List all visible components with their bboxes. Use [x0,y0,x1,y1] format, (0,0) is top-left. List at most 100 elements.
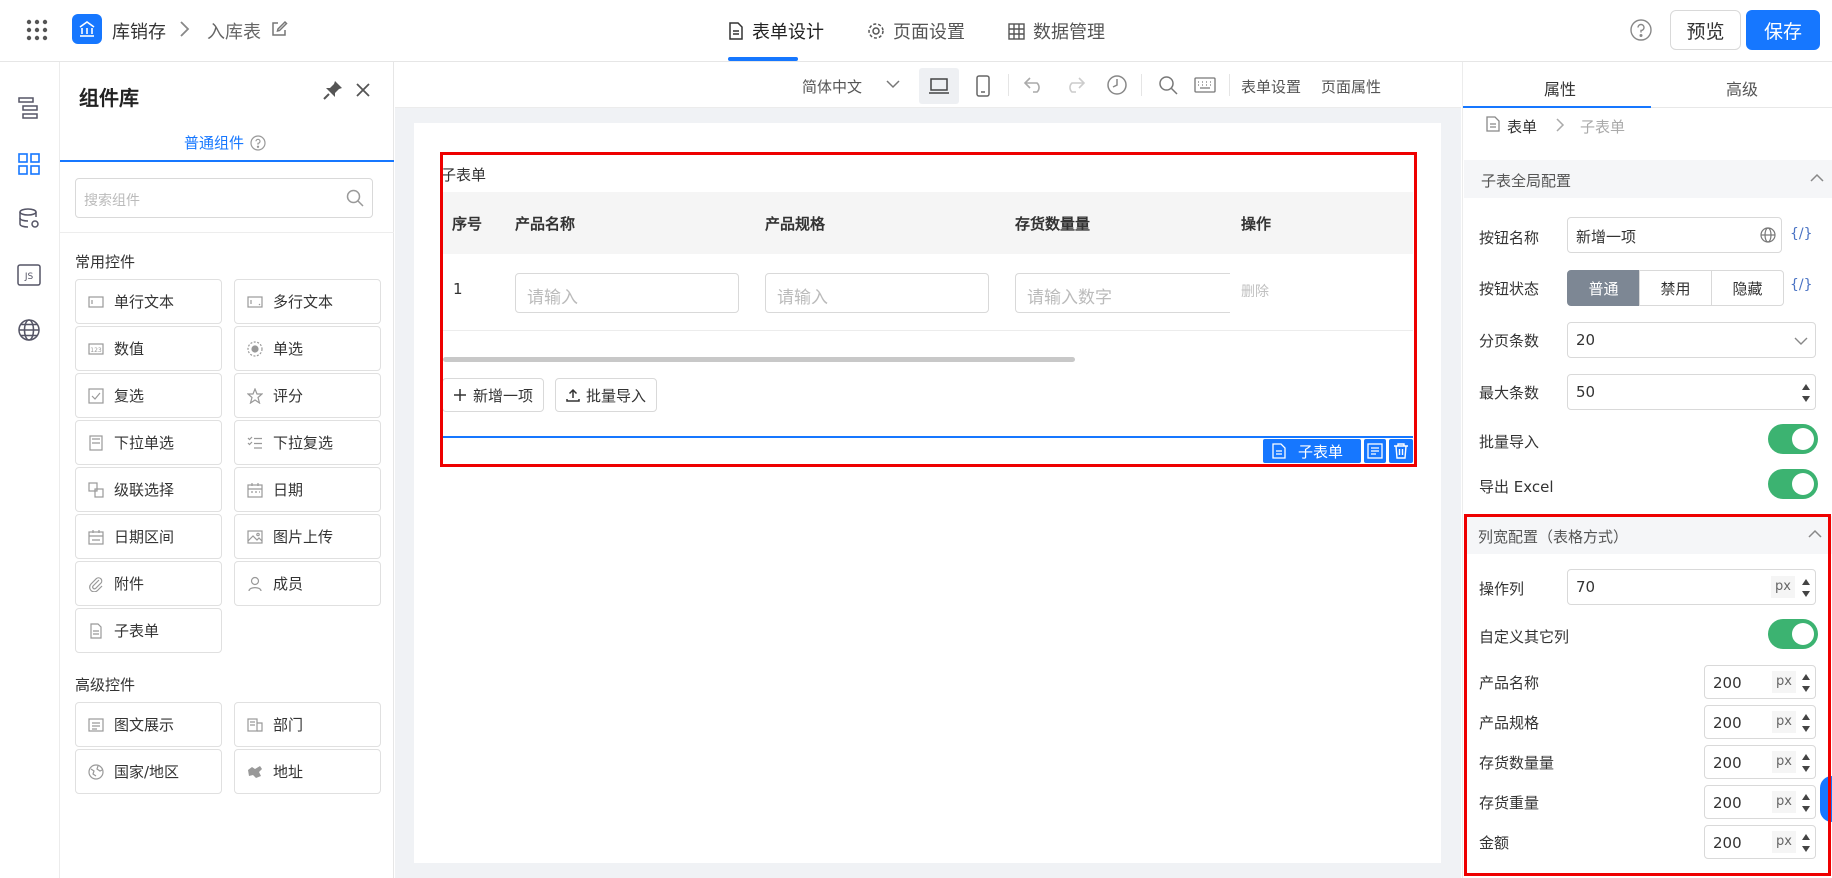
globe-icon[interactable] [1760,227,1776,243]
breadcrumb-root[interactable]: 表单 [1507,116,1537,137]
batch-import-toggle[interactable] [1768,424,1818,454]
global-config-section-header[interactable]: 子表全局配置 [1464,160,1832,198]
outline-icon[interactable] [17,96,41,120]
component-dropdown-multi[interactable]: 下拉复选 [234,420,381,465]
component-single-line-text[interactable]: 单行文本 [75,279,222,324]
component-label: 数值 [114,340,145,358]
state-normal-option[interactable]: 普通 [1567,270,1640,306]
app-grid-icon[interactable] [26,19,48,41]
component-address[interactable]: 地址 [234,749,381,794]
search-icon[interactable] [346,189,364,207]
component-image-upload[interactable]: 图片上传 [234,514,381,559]
max-rows-input[interactable]: 50 [1567,374,1816,410]
redo-icon[interactable] [1064,76,1086,94]
page-name: 入库表 [207,22,261,43]
app-logo-icon [72,14,102,44]
divider [1651,107,1832,108]
search-placeholder: 搜索组件 [84,193,140,209]
component-country-region[interactable]: 国家/地区 [75,749,222,794]
component-rating[interactable]: 评分 [234,373,381,418]
divider [1008,74,1009,96]
expression-button[interactable]: {/} [1790,226,1813,242]
form-settings-button[interactable]: 表单设置 [1241,76,1301,97]
component-date-range[interactable]: 日期区间 [75,514,222,559]
close-icon[interactable] [355,82,371,98]
desktop-view-button[interactable] [919,68,959,104]
component-panel-title: 组件库 [79,86,139,110]
chevron-up-icon[interactable] [1810,173,1824,183]
preview-button[interactable]: 预览 [1670,10,1741,50]
component-cascade-select[interactable]: 级联选择 [75,467,222,512]
component-rich-display[interactable]: 图文展示 [75,702,222,747]
app-name[interactable]: 库销存 [112,18,166,44]
edit-icon[interactable] [270,20,288,38]
table-icon [1008,22,1025,40]
component-label: 图片上传 [273,528,334,546]
component-label: 国家/地区 [114,763,180,781]
undo-icon[interactable] [1023,76,1045,94]
language-select[interactable]: 简体中文 [802,76,862,97]
expression-button[interactable]: {/} [1790,277,1813,293]
component-radio[interactable]: 单选 [234,326,381,371]
tab-advanced[interactable]: 高级 [1726,76,1758,100]
state-hidden-option[interactable]: 隐藏 [1711,270,1784,306]
component-label: 成员 [273,575,304,593]
stepper-icon[interactable] [1801,380,1811,406]
breadcrumb-current: 子表单 [1580,118,1626,136]
button-name-input[interactable]: 新增一项 [1567,217,1782,253]
globe-icon[interactable] [17,318,41,342]
help-icon[interactable] [1629,18,1653,42]
tab-label: 页面设置 [893,22,965,43]
page-size-select[interactable]: 20 [1567,322,1816,358]
breadcrumb-chevron-icon [1555,118,1565,132]
mobile-icon[interactable] [976,75,990,97]
component-label: 子表单 [114,622,160,640]
component-checkbox[interactable]: 复选 [75,373,222,418]
datasource-icon[interactable] [17,207,41,231]
tab-data-management[interactable]: 数据管理 [1008,18,1105,44]
tab-properties[interactable]: 属性 [1544,76,1576,100]
component-subform[interactable]: 子表单 [75,608,222,653]
svg-text:123: 123 [90,347,102,354]
subform-highlight-frame [440,152,1417,467]
tab-label: 普通组件 [184,134,245,152]
state-disabled-option[interactable]: 禁用 [1639,270,1712,306]
component-number[interactable]: 123 数值 [75,326,222,371]
component-attachment[interactable]: 附件 [75,561,222,606]
button-state-label: 按钮状态 [1479,280,1540,298]
export-excel-label: 导出 Excel [1479,478,1554,496]
component-label: 评分 [273,387,304,405]
chevron-down-icon[interactable] [886,79,900,89]
page-properties-button[interactable]: 页面属性 [1321,76,1381,97]
button-name-value: 新增一项 [1576,228,1637,246]
top-bar: 库销存 入库表 表单设计 页面设置 数据管理 预览 保存 [0,0,1832,62]
tab-form-design[interactable]: 表单设计 [728,18,824,44]
export-excel-toggle[interactable] [1768,469,1818,499]
component-panel: 组件库 普通组件 搜索组件 常用控件 单行文本 多行文本 123 数值 单选 复… [60,62,394,878]
component-label: 下拉复选 [273,434,334,452]
js-icon[interactable]: JS [17,264,41,286]
component-multi-line-text[interactable]: 多行文本 [234,279,381,324]
divider [1141,74,1142,96]
component-date[interactable]: 日期 [234,467,381,512]
help-icon[interactable] [250,134,266,151]
save-button[interactable]: 保存 [1746,10,1820,50]
page-size-value: 20 [1576,331,1596,349]
button-name-label: 按钮名称 [1479,229,1540,247]
component-label: 地址 [273,763,304,781]
tab-page-settings[interactable]: 页面设置 [867,18,965,44]
component-label: 部门 [273,716,304,734]
common-controls-title: 常用控件 [75,253,136,271]
pin-icon[interactable] [323,80,343,100]
history-icon[interactable] [1106,74,1128,96]
search-icon[interactable] [1158,75,1178,95]
component-label: 多行文本 [273,293,334,311]
divider [1229,74,1230,96]
component-department[interactable]: 部门 [234,702,381,747]
component-dropdown-single[interactable]: 下拉单选 [75,420,222,465]
keyboard-icon[interactable] [1194,77,1216,93]
component-search-input[interactable]: 搜索组件 [75,178,373,218]
components-icon[interactable] [17,152,41,176]
tab-common-components[interactable]: 普通组件 [184,132,266,153]
component-member[interactable]: 成员 [234,561,381,606]
